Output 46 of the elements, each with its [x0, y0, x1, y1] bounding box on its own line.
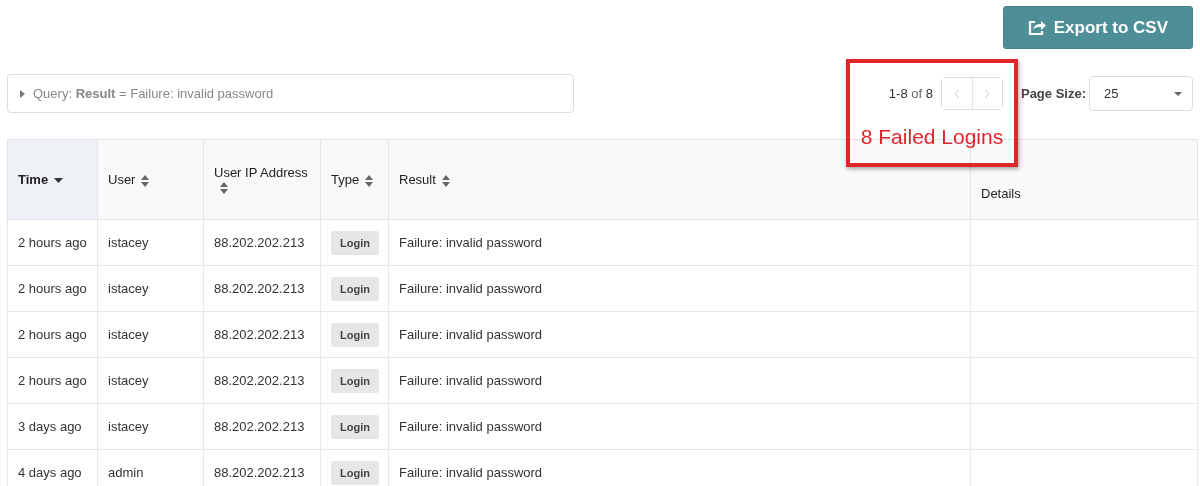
sort-icon[interactable]	[365, 174, 374, 187]
page-size-select[interactable]: 25	[1089, 76, 1193, 111]
column-header[interactable]: User	[97, 139, 204, 220]
column-header[interactable]: Time	[7, 139, 98, 220]
sort-icon[interactable]	[441, 174, 450, 187]
table-cell: 88.202.202.213	[203, 219, 321, 266]
table-cell: 88.202.202.213	[203, 265, 321, 312]
table-cell: 2 hours ago	[7, 265, 98, 312]
page-range: 1-8 of 8	[888, 86, 933, 101]
table-cell: Failure: invalid password	[388, 311, 971, 358]
type-label: Login	[331, 276, 379, 301]
chevron-right-icon	[984, 88, 991, 99]
type-label: Login	[331, 460, 379, 485]
table-cell: 88.202.202.213	[203, 403, 321, 450]
table-cell: 4 days ago	[7, 449, 98, 486]
sort-icon[interactable]	[141, 174, 150, 187]
sort-icon[interactable]	[220, 182, 228, 195]
table-cell: istacey	[97, 265, 204, 312]
column-header[interactable]: Type	[320, 139, 389, 220]
table-cell: 2 hours ago	[7, 311, 98, 358]
table-cell: istacey	[97, 311, 204, 358]
export-icon	[1027, 19, 1046, 36]
table-cell: Failure: invalid password	[388, 357, 971, 404]
query-bar[interactable]: Query: Result = Failure: invalid password	[7, 74, 574, 113]
type-label: Login	[331, 322, 379, 347]
table-cell: istacey	[97, 219, 204, 266]
query-text: Query: Result = Failure: invalid password	[33, 86, 274, 101]
chevron-left-icon	[953, 88, 960, 99]
table-cell: 88.202.202.213	[203, 357, 321, 404]
type-label: Login	[331, 368, 379, 393]
caret-down-icon	[1174, 91, 1182, 96]
table-cell: Failure: invalid password	[388, 265, 971, 312]
table-cell: istacey	[97, 403, 204, 450]
type-label: Login	[331, 414, 379, 439]
column-header[interactable]: User IP Address	[203, 139, 321, 220]
table-cell: 2 hours ago	[7, 357, 98, 404]
export-button[interactable]: Export to CSV	[1002, 6, 1193, 49]
table-cell: Failure: invalid password	[388, 219, 971, 266]
sort-descending-icon[interactable]	[54, 178, 64, 184]
table-cell: istacey	[97, 357, 204, 404]
type-label: Login	[331, 230, 379, 255]
table-cell: 88.202.202.213	[203, 311, 321, 358]
page-size-label: Page Size:	[1020, 86, 1086, 101]
table-cell: 3 days ago	[7, 403, 98, 450]
table-cell: 2 hours ago	[7, 219, 98, 266]
table-cell: Failure: invalid password	[388, 403, 971, 450]
